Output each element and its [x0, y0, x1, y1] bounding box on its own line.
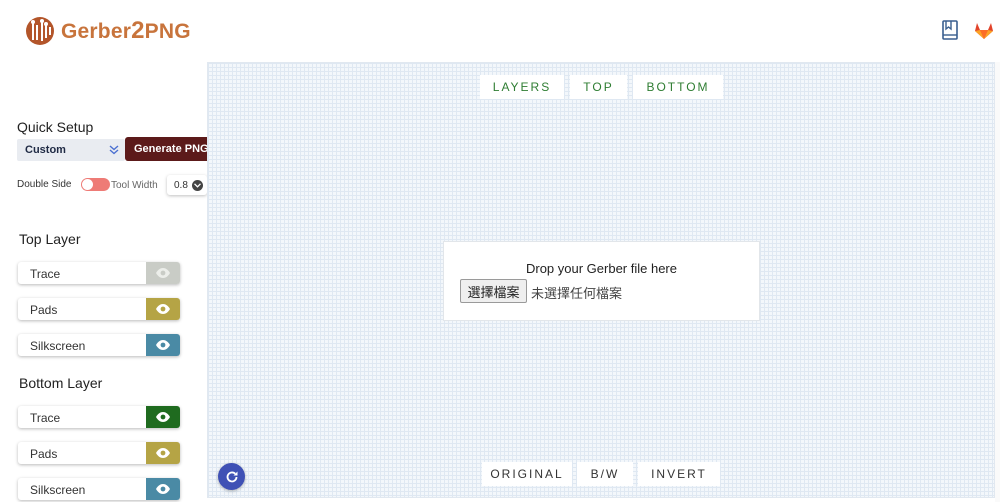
layer-label: Silkscreen: [30, 339, 86, 353]
brand-left: Gerber: [61, 20, 132, 43]
bottom-layer-pads[interactable]: Pads: [18, 442, 180, 464]
chevron-down-icon: [191, 179, 203, 191]
eye-icon[interactable]: [146, 298, 180, 320]
layer-label: Silkscreen: [30, 483, 86, 497]
drop-message: Drop your Gerber file here: [525, 261, 677, 276]
preview-canvas[interactable]: LAYERS TOP BOTTOM Drop your Gerber file …: [207, 62, 995, 498]
bottom-layer-silkscreen[interactable]: Silkscreen: [18, 478, 180, 500]
tool-width-select[interactable]: 0.8: [167, 175, 207, 195]
generate-png-button[interactable]: Generate PNG: [125, 137, 207, 161]
refresh-button[interactable]: [218, 463, 245, 490]
top-layer-pads[interactable]: Pads: [18, 298, 180, 320]
eye-icon[interactable]: [146, 478, 180, 500]
refresh-icon: [226, 471, 237, 482]
file-drop-zone[interactable]: Drop your Gerber file here 選擇檔案 未選擇任何檔案: [443, 241, 760, 321]
bottom-layer-trace[interactable]: Trace: [18, 406, 180, 428]
layer-label: Pads: [30, 447, 58, 461]
mode-bw[interactable]: B/W: [577, 462, 633, 486]
preset-value: Custom: [25, 144, 66, 156]
tool-width-label: Tool Width: [111, 180, 158, 191]
bottom-layer-title: Bottom Layer: [19, 375, 103, 391]
tab-top[interactable]: TOP: [570, 75, 627, 99]
eye-icon[interactable]: [146, 334, 180, 356]
preset-select[interactable]: Custom: [17, 139, 125, 161]
top-layer-trace[interactable]: Trace: [18, 262, 180, 284]
double-side-toggle[interactable]: [81, 178, 110, 191]
eye-icon[interactable]: [146, 406, 180, 428]
book-icon[interactable]: [941, 20, 959, 45]
app-root: Gerber2PNG Quick Setup Custom Generate P…: [0, 0, 1000, 502]
toggle-knob: [82, 179, 93, 190]
tab-layers[interactable]: LAYERS: [480, 75, 564, 99]
choose-file-button[interactable]: 選擇檔案: [460, 279, 527, 303]
quick-setup-title: Quick Setup: [17, 119, 94, 135]
eye-icon[interactable]: [146, 442, 180, 464]
logo-icon: [26, 17, 54, 45]
sidebar: Quick Setup Custom Generate PNG Double S…: [0, 62, 207, 502]
double-chevron-down-icon: [109, 145, 119, 155]
brand-right: PNG: [144, 20, 191, 43]
double-side-label: Double Side: [17, 179, 72, 190]
tool-width-value: 0.8: [174, 179, 188, 191]
top-layer-title: Top Layer: [19, 231, 81, 247]
brand-mid: 2: [131, 17, 145, 44]
layer-label: Trace: [30, 267, 61, 281]
gitlab-icon[interactable]: [974, 20, 994, 45]
layer-label: Trace: [30, 411, 61, 425]
app-logo[interactable]: Gerber2PNG: [25, 16, 191, 46]
scrollbar[interactable]: [995, 62, 1000, 502]
layer-label: Pads: [30, 303, 58, 317]
mode-invert[interactable]: INVERT: [638, 462, 720, 486]
eye-icon[interactable]: [146, 262, 180, 284]
top-layer-silkscreen[interactable]: Silkscreen: [18, 334, 180, 356]
tab-bottom[interactable]: BOTTOM: [633, 75, 723, 99]
app-title: Gerber2PNG: [61, 17, 191, 45]
file-status: 未選擇任何檔案: [531, 286, 623, 301]
mode-original[interactable]: ORIGINAL: [482, 462, 572, 486]
